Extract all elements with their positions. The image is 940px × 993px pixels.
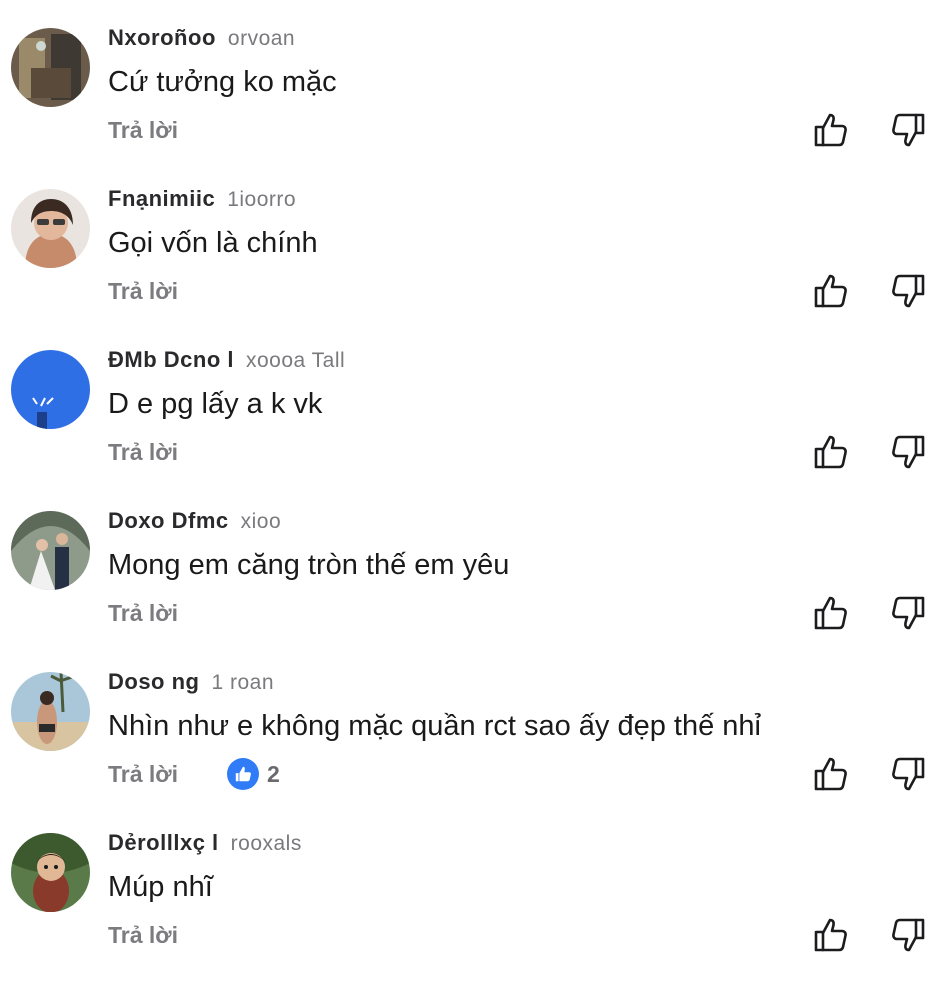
author-name[interactable]: Nxoroñoo orvoan <box>108 25 295 51</box>
comment-text: Gọi vốn là chính <box>108 227 318 259</box>
reaction-summary[interactable]: 2 <box>227 758 280 790</box>
thumbs-down-icon[interactable] <box>889 594 927 632</box>
thumbs-up-icon[interactable] <box>812 433 850 471</box>
thumbs-up-icon[interactable] <box>812 916 850 954</box>
thumbs-down-icon[interactable] <box>889 272 927 310</box>
thumbs-up-icon[interactable] <box>812 755 850 793</box>
avatar[interactable] <box>11 833 90 912</box>
comment-time: 1 roan <box>211 671 275 694</box>
thumbs-up-icon[interactable] <box>812 272 850 310</box>
avatar[interactable] <box>11 672 90 751</box>
reply-button[interactable]: Trả lời <box>108 117 178 144</box>
comment-time: 1ioorro <box>227 188 297 211</box>
author-name[interactable]: Fnạnimiic 1ioorro <box>108 186 296 212</box>
thumbs-up-icon[interactable] <box>812 111 850 149</box>
author-label[interactable]: Fnạnimiic <box>108 186 215 211</box>
author-label[interactable]: ĐMb Dcno l <box>108 347 234 372</box>
reply-button[interactable]: Trả lời <box>108 600 178 627</box>
comment-list: Nxoroñoo orvoan Cứ tưởng ko mặc Trả lời F… <box>0 0 940 968</box>
comment-text: D e pg lấy a k vk <box>108 388 323 420</box>
author-name[interactable]: Doso ng 1 roan <box>108 669 274 695</box>
thumbs-down-icon[interactable] <box>889 111 927 149</box>
author-name[interactable]: Doxo Dfmc xioo <box>108 508 281 534</box>
reply-button[interactable]: Trả lời <box>108 278 178 305</box>
comment-item: Fnạnimiic 1ioorro Gọi vốn là chính Trả lờ… <box>0 186 940 349</box>
comment-text: Mong em căng tròn thế em yêu <box>108 549 510 581</box>
avatar[interactable] <box>11 511 90 590</box>
comment-item: Doso ng 1 roan Nhìn như e không mặc quần … <box>0 669 940 832</box>
comment-text: Múp nhĩ <box>108 871 213 903</box>
author-label[interactable]: Doxo Dfmc <box>108 508 229 533</box>
comment-item: Doxo Dfmc xioo Mong em căng tròn thế em y… <box>0 508 940 671</box>
like-reaction-icon <box>227 758 259 790</box>
reaction-count: 2 <box>267 760 280 787</box>
comment-text: Nhìn như e không mặc quần rct sao ấy đẹp… <box>108 710 761 742</box>
comment-time: orvoan <box>227 27 296 50</box>
thumbs-down-icon[interactable] <box>889 433 927 471</box>
author-label[interactable]: Dẻrolllxç l <box>108 830 219 855</box>
author-name[interactable]: Dẻrolllxç l rooxals <box>108 830 302 856</box>
thumbs-down-icon[interactable] <box>889 916 927 954</box>
comment-time: xioo <box>240 510 282 533</box>
thumbs-down-icon[interactable] <box>889 755 927 793</box>
comment-item: Nxoroñoo orvoan Cứ tưởng ko mặc Trả lời <box>0 25 940 188</box>
comment-item: Dẻrolllxç l rooxals Múp nhĩ Trả lời <box>0 830 940 993</box>
avatar[interactable] <box>11 189 90 268</box>
comment-time: xoooa Tall <box>246 349 346 372</box>
comment-text: Cứ tưởng ko mặc <box>108 66 337 98</box>
reply-button[interactable]: Trả lời <box>108 439 178 466</box>
avatar[interactable] <box>11 350 90 429</box>
author-label[interactable]: Doso ng <box>108 669 200 694</box>
reply-button[interactable]: Trả lời <box>108 761 178 788</box>
thumbs-up-icon[interactable] <box>812 594 850 632</box>
author-label[interactable]: Nxoroñoo <box>108 25 216 50</box>
author-name[interactable]: ĐMb Dcno l xoooa Tall <box>108 347 345 373</box>
comment-time: rooxals <box>230 832 302 855</box>
avatar[interactable] <box>11 28 90 107</box>
comment-item: ĐMb Dcno l xoooa Tall D e pg lấy a k vk T… <box>0 347 940 510</box>
reply-button[interactable]: Trả lời <box>108 922 178 949</box>
